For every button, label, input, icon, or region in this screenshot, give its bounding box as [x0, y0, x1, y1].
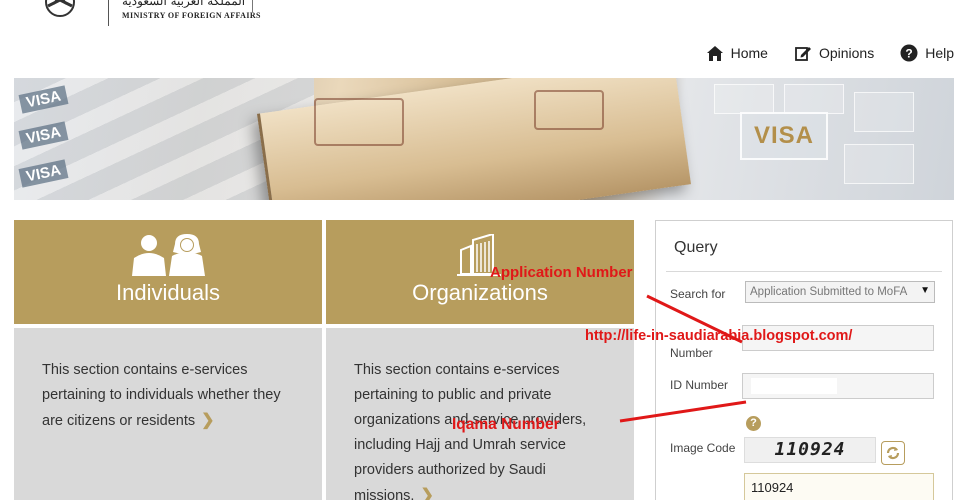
nav-home-label: Home: [730, 45, 768, 61]
id-number-redaction: [751, 378, 837, 394]
organizations-card-body[interactable]: This section contains e-services pertain…: [326, 328, 634, 500]
nav-home[interactable]: Home: [706, 42, 768, 64]
application-number-label: Number: [670, 346, 713, 360]
svg-text:?: ?: [906, 47, 913, 61]
ministry-name-arabic: المملكة العربية السعودية: [122, 0, 246, 8]
ministry-logo[interactable]: [20, 0, 100, 26]
id-number-input[interactable]: [742, 373, 934, 399]
image-code-label: Image Code: [670, 441, 736, 455]
banner-grid-box: [854, 92, 914, 132]
refresh-icon: [886, 446, 900, 460]
captcha-image: 110924: [744, 437, 876, 463]
organizations-title: Organizations: [412, 280, 548, 305]
search-for-select[interactable]: Application Submitted to MoFA ▼: [745, 281, 935, 303]
header-divider-right: [252, 0, 253, 12]
nav-help-label: Help: [925, 45, 954, 61]
search-for-selected-value: Application Submitted to MoFA: [750, 286, 908, 298]
banner-grid-box: [714, 84, 774, 114]
query-title: Query: [674, 239, 718, 256]
nav-opinions[interactable]: Opinions: [794, 42, 874, 64]
individuals-description: This section contains e-services pertain…: [42, 362, 281, 429]
query-divider: [666, 271, 942, 272]
help-circle-icon: ?: [900, 44, 918, 62]
individuals-card-body[interactable]: This section contains e-services pertain…: [14, 328, 322, 500]
id-number-label: ID Number: [670, 378, 729, 392]
search-for-label: Search for: [670, 287, 726, 301]
banner-visa-chip: VISA: [740, 112, 828, 160]
nav-opinions-label: Opinions: [818, 45, 875, 61]
individuals-title: Individuals: [116, 280, 220, 305]
image-code-input[interactable]: 110924: [744, 473, 934, 500]
banner-stamp: [314, 98, 404, 146]
banner-grid-box: [784, 84, 844, 114]
home-icon: [706, 45, 723, 61]
annotation-url: http://life-in-saudiarabia.blogspot.com/: [585, 328, 853, 344]
edit-icon: [795, 47, 811, 61]
nav-help[interactable]: ? Help: [900, 42, 954, 64]
header-divider: [108, 0, 109, 26]
individuals-card-header[interactable]: Individuals: [14, 220, 322, 324]
query-panel: Query Search for Application Submitted t…: [655, 220, 953, 500]
annotation-application-number: Application Number: [490, 264, 633, 281]
people-icon: [132, 234, 205, 276]
refresh-captcha-button[interactable]: [881, 441, 905, 465]
visa-banner: VISA VISA VISA VISA: [14, 78, 954, 200]
captcha-help-icon[interactable]: ?: [746, 416, 761, 431]
chevron-right-icon[interactable]: ❯: [201, 408, 214, 433]
dropdown-arrow-icon: ▼: [920, 285, 930, 296]
banner-stamp: [534, 90, 604, 130]
top-navigation: Home Opinions ? Help: [706, 42, 954, 64]
annotation-iqama-number: Iqama Number: [452, 416, 560, 433]
ministry-name-english: MINISTRY OF FOREIGN AFFAIRS: [122, 11, 261, 20]
chevron-right-icon[interactable]: ❯: [420, 483, 433, 500]
banner-grid-box: [844, 144, 914, 184]
